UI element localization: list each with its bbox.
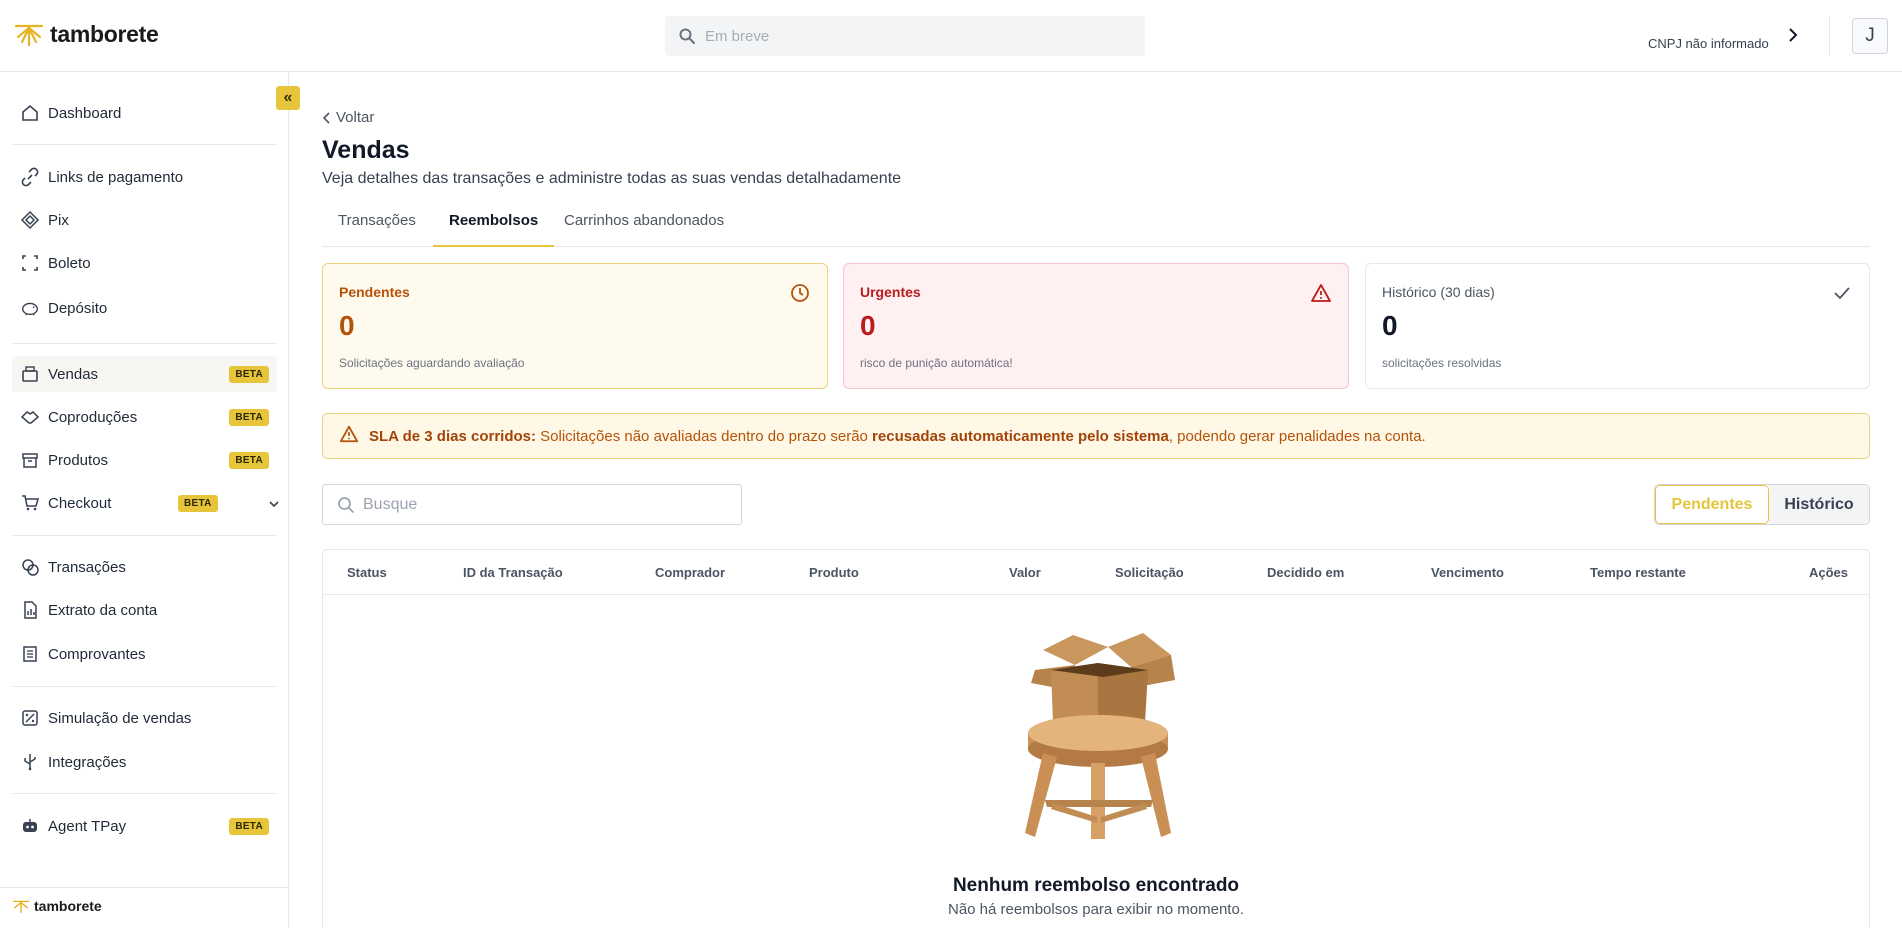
- refunds-table: Status ID da Transação Comprador Produto…: [322, 549, 1870, 928]
- sidebar-footer-divider: [0, 887, 289, 888]
- bot-icon: [20, 816, 40, 836]
- search-icon: [679, 28, 695, 44]
- pending-count: 0: [339, 310, 355, 341]
- sidebar-item-vendas[interactable]: Vendas BETA: [12, 356, 277, 392]
- search-icon: [338, 496, 354, 513]
- coins-icon: [20, 557, 40, 577]
- tab-carrinhos-abandonados[interactable]: Carrinhos abandonados: [564, 206, 724, 247]
- beta-badge: BETA: [178, 494, 218, 512]
- sidebar-item-comprovantes[interactable]: Comprovantes: [12, 636, 277, 672]
- header-divider: [1829, 16, 1830, 56]
- avatar[interactable]: J: [1852, 18, 1888, 54]
- beta-badge: BETA: [229, 817, 269, 835]
- column-header[interactable]: Comprador: [655, 565, 725, 580]
- piggy-bank-icon: [20, 298, 40, 318]
- page-title: Vendas: [322, 136, 410, 164]
- tab-transacoes[interactable]: Transações: [338, 206, 416, 247]
- sidebar-item-agent-tpay[interactable]: Agent TPay BETA: [12, 808, 277, 844]
- cart-icon: [20, 493, 40, 513]
- handshake-icon: [20, 407, 40, 427]
- column-header[interactable]: Decidido em: [1267, 565, 1344, 580]
- brand-logo[interactable]: tamborete: [14, 20, 159, 48]
- sidebar-item-pix[interactable]: Pix: [12, 202, 277, 238]
- sidebar-item-integracoes[interactable]: Integrações: [12, 744, 277, 780]
- sidebar-divider: [12, 144, 277, 145]
- back-link[interactable]: Voltar: [322, 109, 374, 126]
- sidebar-footer-logo: tamborete: [12, 898, 102, 914]
- barcode-icon: [20, 253, 40, 273]
- column-header[interactable]: Ações: [1809, 565, 1848, 580]
- beta-badge: BETA: [229, 365, 269, 383]
- chevron-right-icon[interactable]: [1782, 24, 1804, 46]
- sidebar-item-transacoes[interactable]: Transações: [12, 549, 277, 585]
- sidebar-item-dashboard[interactable]: Dashboard: [12, 95, 277, 131]
- tab-reembolsos[interactable]: Reembolsos: [433, 206, 555, 247]
- usb-icon: [20, 752, 40, 772]
- sla-text: SLA de 3 dias corridos: Solicitações não…: [369, 427, 1426, 445]
- statement-icon: [20, 600, 40, 620]
- logo-text: tamborete: [50, 20, 159, 47]
- top-header: tamborete CNPJ não informado J: [0, 0, 1902, 72]
- home-icon: [20, 103, 40, 123]
- column-header[interactable]: Valor: [1009, 565, 1041, 580]
- register-icon: [20, 364, 40, 384]
- sidebar-item-deposito[interactable]: Depósito: [12, 290, 277, 326]
- collapse-sidebar-button[interactable]: «: [276, 86, 300, 110]
- history-card: Histórico (30 dias) 0 solicitações resol…: [1365, 263, 1870, 389]
- status-toggle: Pendentes Histórico: [1654, 484, 1870, 525]
- toggle-pendentes[interactable]: Pendentes: [1655, 485, 1769, 524]
- toggle-historico[interactable]: Histórico: [1769, 485, 1869, 524]
- refund-search[interactable]: [322, 484, 742, 525]
- refund-search-input[interactable]: [363, 495, 723, 514]
- empty-state-title: Nenhum reembolso encontrado: [952, 875, 1240, 896]
- logo-icon: [14, 24, 44, 47]
- history-count: 0: [1382, 310, 1398, 341]
- sidebar-item-produtos[interactable]: Produtos BETA: [12, 442, 277, 478]
- urgent-count: 0: [860, 310, 876, 341]
- check-icon: [1831, 282, 1853, 304]
- sidebar-divider: [12, 686, 277, 687]
- archive-icon: [20, 450, 40, 470]
- column-header[interactable]: Solicitação: [1115, 565, 1184, 580]
- percent-icon: [20, 708, 40, 728]
- pix-icon: [20, 210, 40, 230]
- column-header[interactable]: Tempo restante: [1590, 565, 1686, 580]
- column-header[interactable]: Produto: [809, 565, 859, 580]
- sidebar-item-coproducoes[interactable]: Coproduções BETA: [12, 399, 277, 435]
- column-header[interactable]: Status: [347, 565, 387, 580]
- empty-state-subtitle: Não há reembolsos para exibir no momento…: [948, 901, 1244, 918]
- global-search[interactable]: [665, 16, 1145, 56]
- chevron-left-icon: [322, 111, 330, 124]
- empty-box-stool-illustration: [1025, 633, 1175, 839]
- sidebar-item-checkout[interactable]: Checkout BETA: [12, 485, 280, 521]
- warning-icon: [1310, 282, 1332, 304]
- column-header[interactable]: Vencimento: [1431, 565, 1504, 580]
- page-subtitle: Veja detalhes das transações e administr…: [322, 170, 902, 187]
- beta-badge: BETA: [229, 451, 269, 469]
- receipt-icon: [20, 644, 40, 664]
- urgent-card: Urgentes 0 risco de punição automática!: [843, 263, 1349, 389]
- pending-card: Pendentes 0 Solicitações aguardando aval…: [322, 263, 828, 389]
- tab-bar: Transações Reembolsos Carrinhos abandona…: [322, 206, 1870, 247]
- chevron-down-icon[interactable]: [268, 495, 280, 512]
- sla-warning-banner: SLA de 3 dias corridos: Solicitações não…: [322, 413, 1870, 459]
- sidebar-item-links-de-pagamento[interactable]: Links de pagamento: [12, 159, 277, 195]
- logo-icon: [12, 900, 30, 913]
- column-header[interactable]: ID da Transação: [463, 565, 563, 580]
- sidebar-item-boleto[interactable]: Boleto: [12, 245, 277, 281]
- cnpj-status[interactable]: CNPJ não informado: [1648, 36, 1769, 51]
- sidebar-divider: [12, 793, 277, 794]
- warning-icon: [339, 424, 359, 448]
- global-search-input[interactable]: [705, 27, 1105, 45]
- sidebar-divider: [12, 343, 277, 344]
- table-header: Status ID da Transação Comprador Produto…: [323, 550, 1869, 595]
- clock-icon: [789, 282, 811, 304]
- link-icon: [20, 167, 40, 187]
- sidebar-divider: [12, 535, 277, 536]
- sidebar-item-simulacao[interactable]: Simulação de vendas: [12, 700, 277, 736]
- beta-badge: BETA: [229, 408, 269, 426]
- sidebar-item-extrato[interactable]: Extrato da conta: [12, 592, 277, 628]
